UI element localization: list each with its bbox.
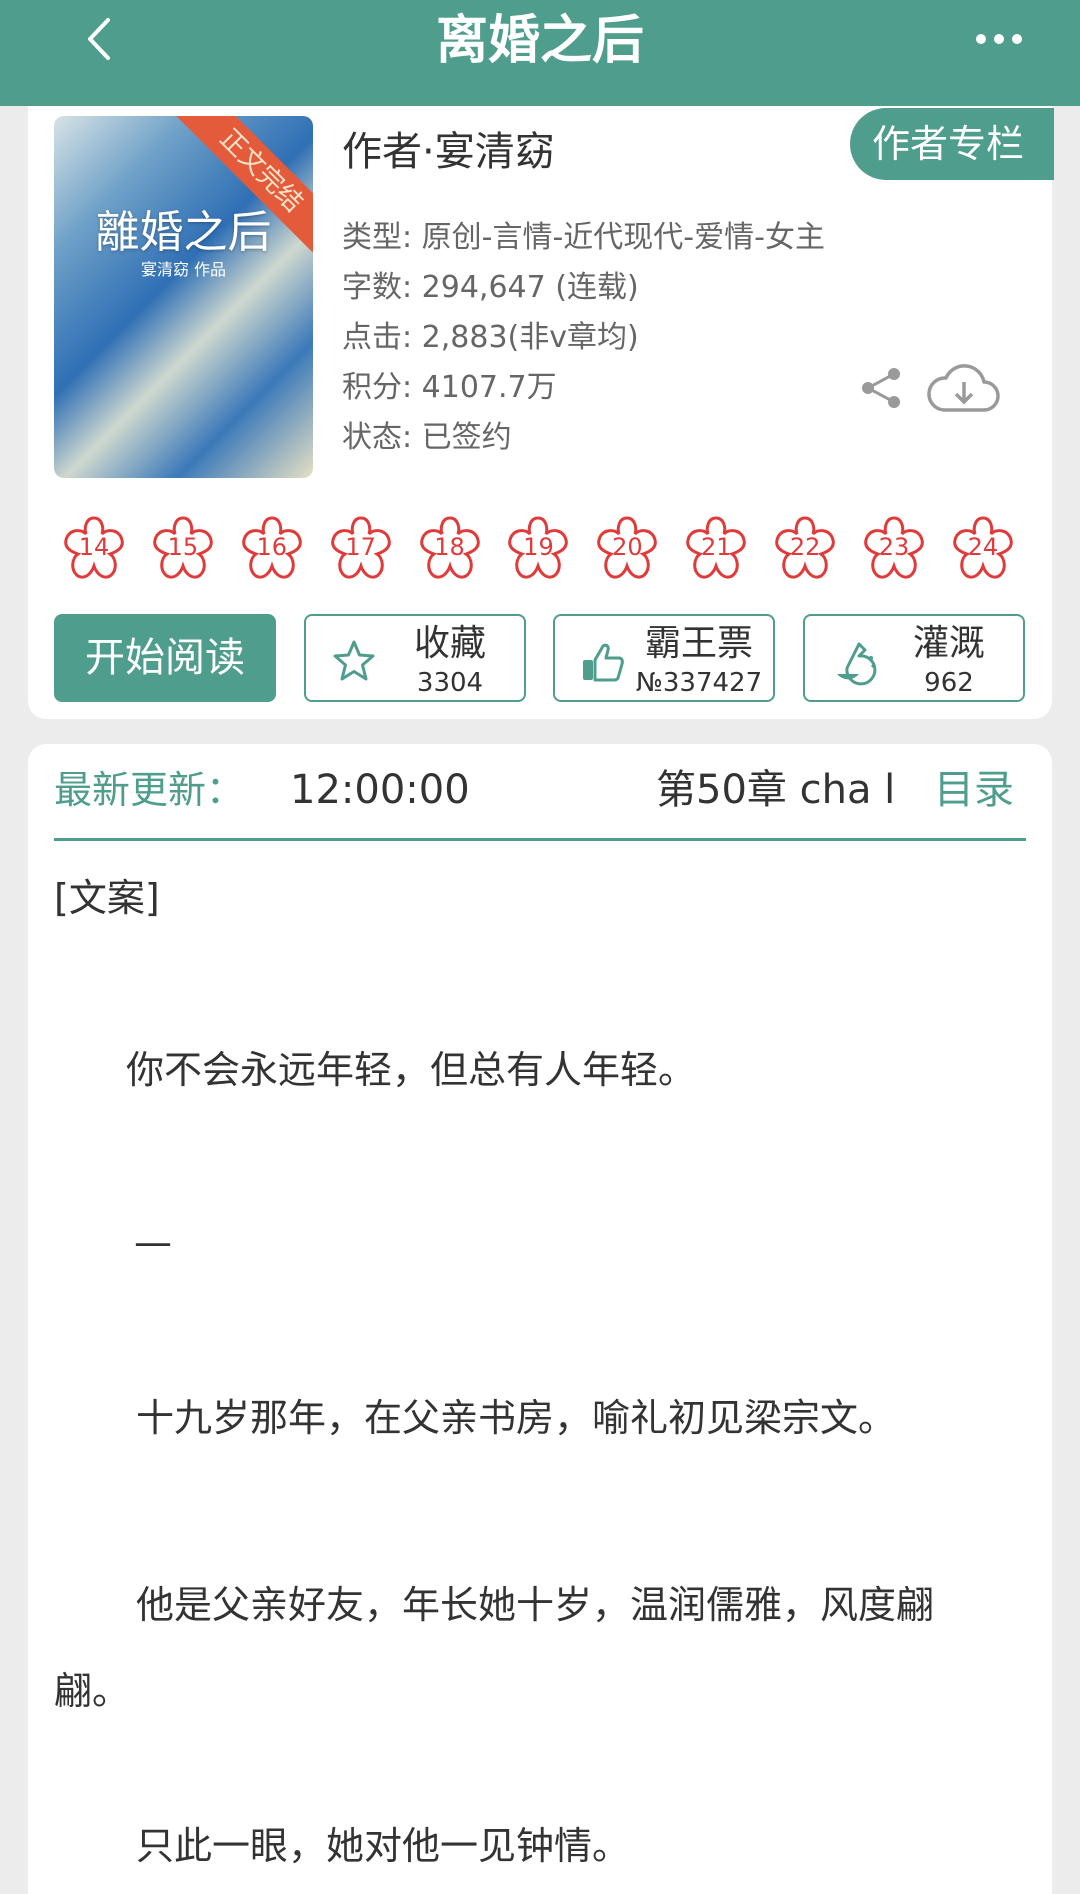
star-icon — [333, 640, 375, 681]
section-divider — [54, 838, 1026, 841]
book-cover[interactable]: 正文完结 離婚之后 宴清窈 作品 — [54, 116, 313, 478]
latest-chapter-link[interactable]: 第50章 cha l — [656, 762, 896, 818]
flower-badge: 24 — [947, 512, 1019, 584]
intro-heading: [文案] — [54, 876, 160, 920]
flower-badge: 20 — [591, 512, 663, 584]
meta-clicks: 点击: 2,883(非v章均) — [342, 320, 639, 355]
flower-badge: 14 — [58, 512, 130, 584]
flower-badge: 18 — [414, 512, 486, 584]
intro-paragraph: 他是父亲好友，年长她十岁，温润儒雅，风度翩翩。 — [54, 1583, 935, 1713]
cover-subtitle: 宴清窈 作品 — [140, 260, 227, 279]
meta-status: 状态: 已签约 — [342, 420, 512, 455]
flower-badge: 17 — [325, 512, 397, 584]
ticket-label: 霸王票 — [644, 623, 753, 664]
page-title: 离婚之后 — [435, 11, 644, 71]
intro-paragraph: 你不会永远年轻，但总有人年轻。 — [126, 1048, 697, 1092]
intro-paragraph: — — [134, 1220, 172, 1264]
favorite-label: 收藏 — [413, 623, 486, 664]
download-cloud-icon[interactable] — [926, 362, 1000, 416]
irrigate-label: 灌溉 — [912, 623, 985, 664]
cover-title: 離婚之后 — [95, 207, 272, 258]
flower-badge: 22 — [769, 512, 841, 584]
author-column-button[interactable]: 作者专栏 — [850, 108, 1054, 180]
favorite-count: 3304 — [416, 668, 484, 698]
flower-badge: 19 — [502, 512, 574, 584]
author-name[interactable]: 作者·宴清窈 — [342, 124, 555, 180]
flower-badge: 15 — [147, 512, 219, 584]
thumbs-up-icon — [583, 643, 624, 682]
nutrient-bottle-icon — [837, 642, 877, 686]
flower-row: 14 15 16 17 18 19 20 21 22 23 24 25 — [58, 512, 1026, 584]
latest-update-label: 最新更新： — [54, 768, 245, 812]
intro-paragraph: 十九岁那年，在父亲书房，喻礼初见梁宗文。 — [136, 1396, 897, 1440]
latest-update-time: 12:00:00 — [290, 767, 470, 813]
flower-badge: 23 — [858, 512, 930, 584]
flower-badge: 16 — [236, 512, 308, 584]
share-icon[interactable] — [860, 366, 904, 410]
overlord-ticket-button[interactable]: 霸王票 №337427 — [553, 614, 775, 702]
irrigate-button[interactable]: 灌溉 962 — [803, 614, 1025, 702]
start-reading-button[interactable]: 开始阅读 — [54, 614, 276, 702]
meta-score: 积分: 4107.7万 — [342, 370, 557, 405]
intro-paragraph: 只此一眼，她对他一见钟情。 — [136, 1824, 631, 1868]
favorite-button[interactable]: 收藏 3304 — [304, 614, 526, 702]
irrigate-count: 962 — [924, 668, 974, 698]
top-bar: 离婚之后 — [0, 0, 1080, 106]
ticket-count: №337427 — [635, 668, 763, 698]
more-options-icon[interactable] — [974, 26, 1024, 52]
meta-word-count: 字数: 294,647 (连载) — [342, 270, 639, 305]
table-of-contents-link[interactable]: 目录 — [934, 762, 1014, 818]
flower-badge: 21 — [680, 512, 752, 584]
meta-genre: 类型: 原创-言情-近代现代-爱情-女主 — [342, 220, 825, 255]
